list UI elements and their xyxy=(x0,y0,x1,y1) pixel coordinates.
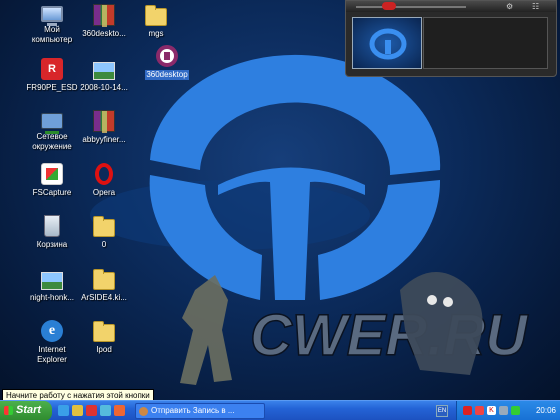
quicklaunch-icon[interactable] xyxy=(72,405,83,416)
desktop-icon-360desktop[interactable]: 360desktop xyxy=(137,45,197,80)
fscapture-icon xyxy=(41,163,63,185)
panel-toolbar: ⚙ ☷ xyxy=(346,1,556,12)
tray-icon[interactable]: K xyxy=(487,406,496,415)
icon-label: 2008-10-14... xyxy=(80,83,128,92)
quicklaunch-icon[interactable] xyxy=(86,405,97,416)
desktop-icon-recycle-bin[interactable]: Корзина xyxy=(22,215,82,250)
icon-label: Ipod xyxy=(96,345,112,354)
desktop-icon-fscapture[interactable]: FSCapture xyxy=(22,163,82,198)
tray-icon[interactable] xyxy=(475,406,484,415)
desktop-icon-my-computer[interactable]: Мой компьютер xyxy=(22,4,82,45)
desktop-icon-fr90pe[interactable]: R FR90PE_ESD xyxy=(22,58,82,93)
icon-label: Мой компьютер xyxy=(31,25,73,44)
archive-icon xyxy=(93,110,115,133)
icon-label: Internet Explorer xyxy=(37,345,67,364)
quicklaunch-icon[interactable] xyxy=(58,405,69,416)
desktop-preview-panel: ⚙ ☷ xyxy=(345,0,557,77)
sylvester-eye xyxy=(443,297,453,307)
icon-label: 360deskto... xyxy=(82,29,126,38)
menu-icon[interactable]: ☷ xyxy=(532,2,541,11)
desktop-thumbnail-2[interactable] xyxy=(423,17,548,69)
app-icon xyxy=(139,407,148,416)
icon-label: 0 xyxy=(101,240,107,249)
sylvester-eye xyxy=(427,295,437,305)
icon-label: 360desktop xyxy=(145,70,189,80)
thumbnail-logo xyxy=(369,28,407,60)
desktop: CWER.RU Мой компьютер R FR90PE_ESD Сетев… xyxy=(0,0,560,400)
desktop-icon-image-2008[interactable]: 2008-10-14... xyxy=(74,58,134,93)
desktop-icon-folder-0[interactable]: 0 xyxy=(74,215,134,250)
icon-label: night-honk... xyxy=(29,293,75,302)
quicklaunch-icon[interactable] xyxy=(100,405,111,416)
system-tray: K 20:06 xyxy=(456,401,560,420)
gear-icon[interactable]: ⚙ xyxy=(506,2,515,11)
desktop-icon-opera[interactable]: Opera xyxy=(74,163,134,198)
icon-label: FR90PE_ESD xyxy=(26,83,78,92)
opera-icon xyxy=(95,163,113,185)
desktop-icon-arside[interactable]: ArSIDE4.ki... xyxy=(74,268,134,303)
360desktop-icon xyxy=(156,45,178,67)
archive-icon xyxy=(93,4,115,27)
desktop-thumbnail-1[interactable] xyxy=(352,17,422,69)
desktop-icon-internet-explorer[interactable]: e Internet Explorer xyxy=(22,320,82,365)
panel-slider-track[interactable] xyxy=(356,6,466,8)
icon-label: FSCapture xyxy=(32,188,72,197)
icon-label: Opera xyxy=(92,188,116,197)
windows-logo-icon xyxy=(4,406,13,415)
quick-launch xyxy=(58,404,130,418)
icon-label: mgs xyxy=(148,29,164,38)
folder-icon xyxy=(93,269,115,290)
desktop-icon-abbyy[interactable]: abbyyfiner... xyxy=(74,110,134,145)
volume-icon[interactable] xyxy=(499,406,508,415)
clock[interactable]: 20:06 xyxy=(536,401,556,420)
internet-explorer-icon: e xyxy=(41,320,63,342)
start-button[interactable]: Start xyxy=(0,401,52,420)
tray-icon[interactable] xyxy=(463,406,472,415)
desktop-icon-night-honk[interactable]: night-honk... xyxy=(22,268,82,303)
image-file-icon xyxy=(93,62,115,80)
task-label: Отправить Запись в ... xyxy=(151,406,235,415)
desktop-icon-mgs[interactable]: mgs xyxy=(126,4,186,39)
taskbar: Start Отправить Запись в ... EN K 20:06 xyxy=(0,400,560,420)
icon-label: Корзина xyxy=(36,240,68,249)
network-icon xyxy=(41,113,63,134)
icon-label: ArSIDE4.ki... xyxy=(81,293,127,302)
desktop-icon-network[interactable]: Сетевое окружение xyxy=(22,110,82,152)
image-file-icon xyxy=(41,272,63,290)
recycle-bin-icon xyxy=(44,215,60,237)
folder-icon xyxy=(145,5,167,26)
language-indicator[interactable]: EN xyxy=(436,405,448,417)
icon-label: Сетевое окружение xyxy=(32,132,72,151)
desktop-icon-360desktop-archive[interactable]: 360deskto... xyxy=(74,4,134,39)
fr-app-icon: R xyxy=(41,58,63,80)
panel-slider-knob[interactable] xyxy=(382,2,396,10)
taskbar-window-button[interactable]: Отправить Запись в ... xyxy=(135,403,265,419)
computer-icon xyxy=(41,6,63,26)
start-label: Start xyxy=(16,404,42,416)
folder-icon xyxy=(93,216,115,237)
coyote-figure xyxy=(180,275,232,385)
wallpaper-brand: CWER.RU xyxy=(250,303,529,368)
desktop-icon-ipod[interactable]: Ipod xyxy=(74,320,134,355)
tray-icon[interactable] xyxy=(511,406,520,415)
quicklaunch-icon[interactable] xyxy=(114,405,125,416)
folder-icon xyxy=(93,321,115,342)
icon-label: abbyyfiner... xyxy=(82,135,126,144)
